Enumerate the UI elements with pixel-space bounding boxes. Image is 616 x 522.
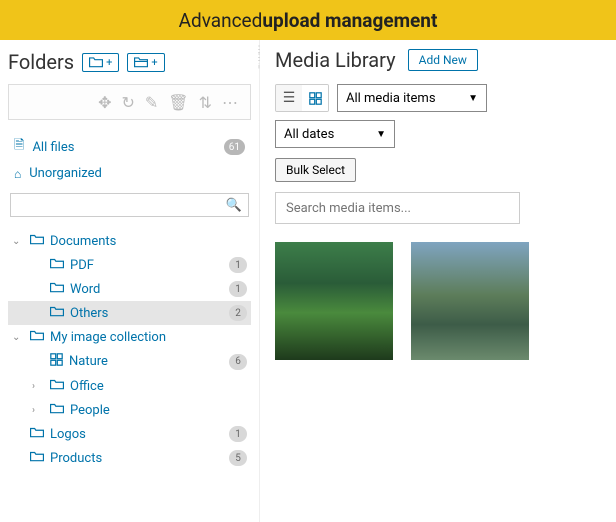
edit-icon[interactable]: ✎ [145,93,158,112]
date-filter[interactable]: All dates ▼ [275,120,395,148]
folder-icon [50,281,64,297]
media-search[interactable] [275,192,520,224]
unorganized-row[interactable]: ⌂ Unorganized [8,162,251,185]
media-type-filter[interactable]: All media items ▼ [337,84,487,112]
tree-item-people[interactable]: › People [8,398,251,422]
tree-item-others[interactable]: Others 2 [8,301,251,325]
tree-item-label: People [70,403,247,418]
new-folder-button[interactable]: + [82,53,119,72]
view-toggle: ☰ [275,84,329,112]
folder-tree: ⌄ Documents PDF 1 Word 1 Others 2 ⌄ My image coll… [8,229,251,470]
folder-icon [50,257,64,273]
grid-view-button[interactable] [302,85,328,111]
count-badge: 1 [229,281,247,297]
file-icon: 🗎 [14,136,24,158]
tree-item-label: Products [50,451,223,466]
tree-item-word[interactable]: Word 1 [8,277,251,301]
tree-item-label: Others [70,306,223,321]
tree-item-label: Logos [50,427,223,442]
move-icon[interactable]: ✥ [98,93,111,112]
tree-item-documents[interactable]: ⌄ Documents [8,229,251,253]
media-grid [275,242,601,360]
tree-item-my-image-collection[interactable]: ⌄ My image collection [8,325,251,349]
chevron-icon: ⌄ [12,236,24,247]
count-badge: 1 [229,257,247,273]
tree-item-office[interactable]: › Office [8,374,251,398]
folder-search-input[interactable] [11,198,220,212]
folder-icon [50,305,64,321]
all-files-label: All files [32,140,215,155]
tree-item-label: Office [70,379,247,394]
media-search-input[interactable] [276,201,519,216]
more-icon[interactable]: ⋯ [222,93,238,112]
folder-icon [89,56,103,68]
add-new-button[interactable]: Add New [408,49,478,71]
tree-item-label: PDF [70,258,223,273]
chevron-down-icon: ▼ [468,93,478,104]
folder-icon [30,450,44,466]
count-badge: 2 [229,305,247,321]
tree-item-products[interactable]: Products 5 [8,446,251,470]
search-icon: 🔍 [220,198,248,213]
folder-toolbar: ✥ ↻ ✎ 🗑 ⇅ ⋯ [8,84,251,120]
all-files-count: 61 [224,139,245,155]
media-type-value: All media items [346,91,436,106]
sidebar: ⋮⋮ᵢ Folders + + ✥ ↻ ✎ 🗑 ⇅ ⋯ 🗎 All files … [0,40,260,522]
grid-icon [309,92,322,105]
tree-item-pdf[interactable]: PDF 1 [8,253,251,277]
count-badge: 6 [229,354,247,370]
folder-icon [50,402,64,418]
folder-icon [30,329,44,345]
folder-search[interactable]: 🔍 [10,193,249,217]
subfolder-icon [134,56,148,68]
tree-item-nature[interactable]: Nature 6 [8,349,251,374]
chevron-down-icon: ▼ [376,129,386,140]
media-thumbnail[interactable] [411,242,529,360]
count-badge: 5 [229,450,247,466]
tree-item-label: My image collection [50,330,247,345]
banner: Advanced upload management [0,0,616,40]
content: Media Library Add New ☰ All media items … [260,40,616,522]
count-badge: 1 [229,426,247,442]
folder-icon [30,426,44,442]
new-subfolder-button[interactable]: + [127,53,164,72]
page-title: Media Library [275,48,396,72]
folder-icon [30,233,44,249]
unorganized-label: Unorganized [29,166,245,181]
tree-item-label: Word [70,282,223,297]
date-value: All dates [284,127,334,142]
chevron-icon: ⌄ [12,332,24,343]
list-view-button[interactable]: ☰ [276,85,302,111]
reload-icon[interactable]: ↻ [121,93,134,112]
grid-icon [50,353,63,370]
media-thumbnail[interactable] [275,242,393,360]
home-icon: ⌂ [14,167,21,181]
chevron-icon: › [32,405,44,416]
bulk-select-button[interactable]: Bulk Select [275,158,356,182]
banner-prefix: Advanced [179,9,263,32]
folder-icon [50,378,64,394]
tree-item-logos[interactable]: Logos 1 [8,422,251,446]
trash-icon[interactable]: 🗑 [168,93,188,112]
tree-item-label: Documents [50,234,247,249]
chevron-icon: › [32,381,44,392]
sort-icon[interactable]: ⇅ [199,93,212,112]
folders-title: Folders [8,50,74,74]
banner-bold: upload management [262,9,437,32]
all-files-row[interactable]: 🗎 All files 61 [8,132,251,162]
tree-item-label: Nature [69,354,223,369]
